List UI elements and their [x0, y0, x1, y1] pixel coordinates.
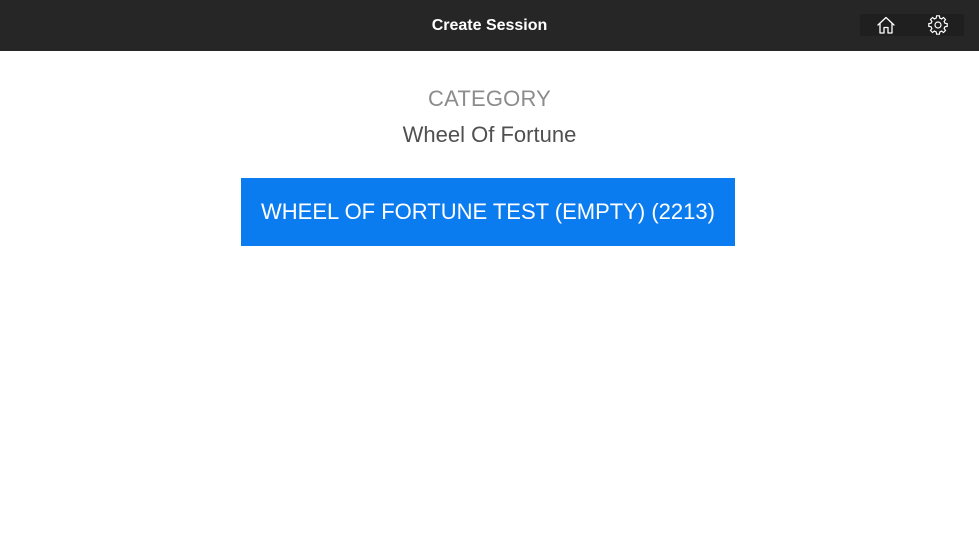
home-button[interactable]	[875, 14, 897, 36]
gear-icon	[928, 15, 948, 35]
category-label: CATEGORY	[427, 86, 552, 111]
category-name: Wheel Of Fortune	[402, 122, 577, 147]
home-icon	[876, 15, 896, 35]
settings-button[interactable]	[927, 14, 949, 36]
header-actions	[860, 14, 964, 36]
page-title: Create Session	[431, 17, 548, 34]
session-button[interactable]: WHEEL OF FORTUNE TEST (EMPTY) (2213)	[241, 178, 735, 246]
top-bar: Create Session	[0, 0, 979, 51]
